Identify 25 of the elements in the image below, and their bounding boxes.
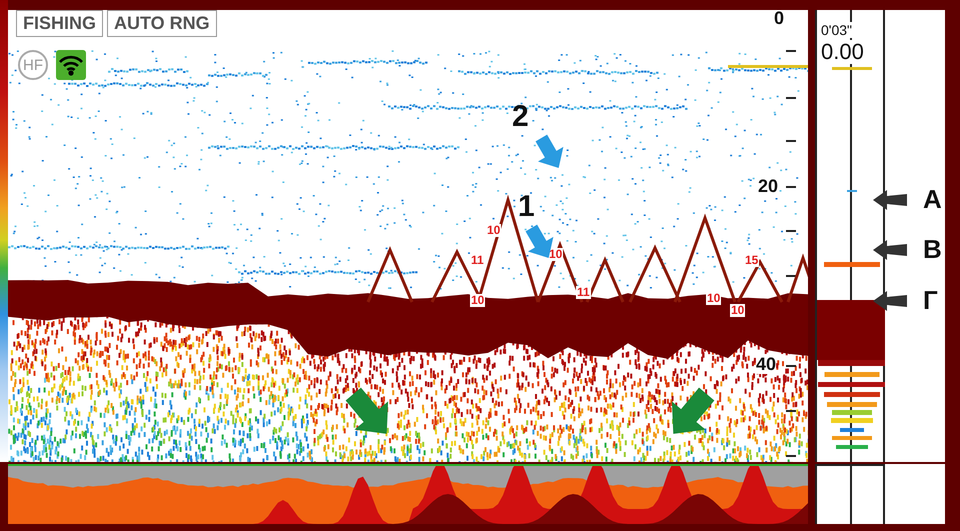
fish-size-label: 10: [706, 292, 722, 305]
side-label: A: [923, 184, 942, 215]
down-arrow-icon: [536, 134, 564, 168]
fish-size-label: 11: [576, 286, 591, 299]
fish-size-label: 15: [744, 254, 760, 267]
depth-label: 40: [756, 354, 776, 374]
mode-button[interactable]: AUTO RNG: [107, 10, 217, 37]
fish-size-label: 10: [486, 224, 502, 237]
side-label: B: [923, 234, 942, 265]
mode-button[interactable]: FISHING: [16, 10, 104, 37]
wifi-icon: [56, 50, 86, 80]
depth-reading: 0.00: [821, 40, 864, 64]
elapsed-time: 0'03": [821, 22, 852, 38]
down-arrow-icon: [672, 388, 714, 434]
left-arrow-icon: [873, 291, 907, 311]
fish-size-label: 10: [730, 304, 746, 317]
down-arrow-icon: [346, 388, 388, 434]
fish-size-label: 10: [470, 294, 486, 307]
left-arrow-icon: [873, 240, 907, 260]
fish-size-label: 11: [470, 254, 485, 267]
callout-number: 2: [512, 100, 529, 134]
left-arrow-icon: [873, 190, 907, 210]
side-label: Г: [923, 285, 938, 316]
a-scope-lower-panel: [815, 464, 885, 524]
callout-number: 1: [518, 190, 535, 224]
